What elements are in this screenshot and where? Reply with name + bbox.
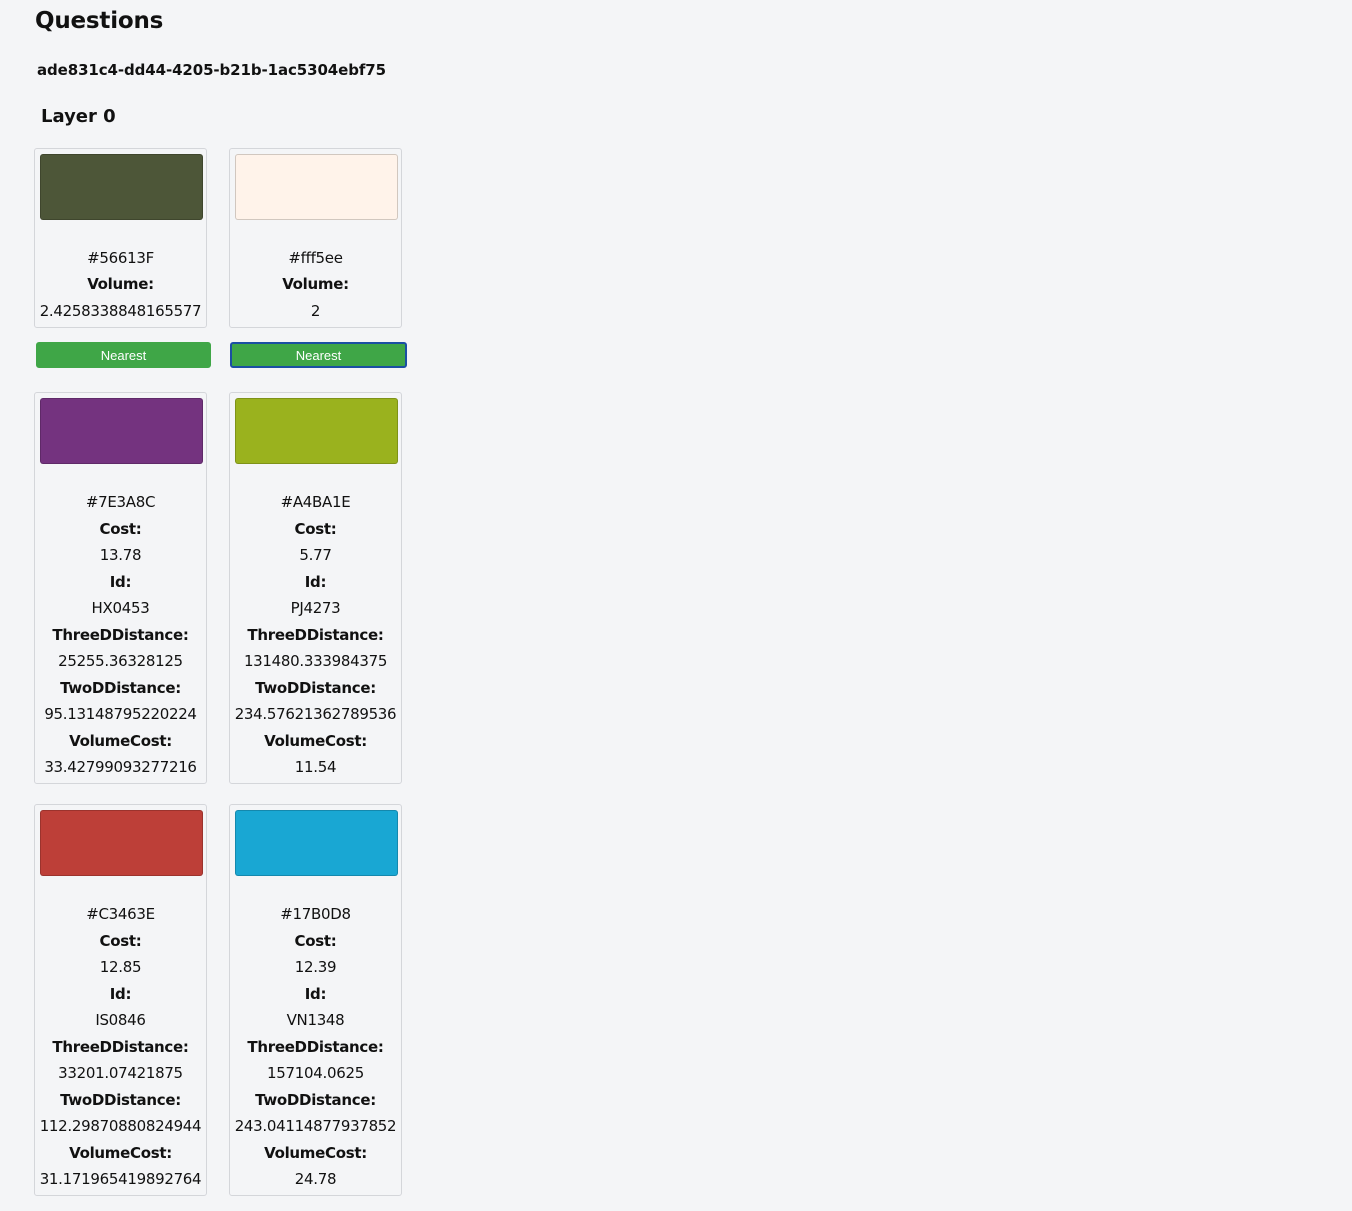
volume-label: Volume: [87,275,154,293]
target-card: #fff5ee Volume: 2 [229,148,402,328]
three-d-distance-value: 33201.07421875 [58,1064,183,1082]
id-value: HX0453 [91,599,150,617]
result-card: #7E3A8C Cost: 13.78 Id: HX0453 ThreeDDistance… [34,392,207,784]
cost-value: 5.77 [299,546,332,564]
volume-cost-value: 24.78 [294,1170,337,1188]
cost-value: 12.85 [99,958,142,976]
cost-value: 12.39 [294,958,337,976]
result-hex: #A4BA1E [280,493,351,511]
two-d-distance-value: 112.29870880824944 [39,1117,202,1135]
three-d-distance-value: 25255.36328125 [58,652,183,670]
color-swatch [40,810,203,876]
three-d-distance-label: ThreeDDistance: [247,625,384,644]
cost-value: 13.78 [99,546,142,564]
two-d-distance-value: 234.57621362789536 [234,705,397,723]
result-card: #A4BA1E Cost: 5.77 Id: PJ4273 ThreeDDistance:… [229,392,402,784]
result-hex: #C3463E [86,905,155,923]
volume-cost-label: VolumeCost: [69,1143,172,1162]
two-d-distance-value: 95.13148795220224 [44,705,197,723]
cost-label: Cost: [294,519,337,538]
two-d-distance-label: TwoDDistance: [60,1090,181,1109]
color-swatch [40,154,203,220]
question-id: ade831c4-dd44-4205-b21b-1ac5304ebf75 [37,61,386,79]
volume-cost-value: 31.171965419892764 [39,1170,202,1188]
two-d-distance-label: TwoDDistance: [255,678,376,697]
color-swatch [235,398,398,464]
three-d-distance-label: ThreeDDistance: [52,1037,189,1056]
cost-label: Cost: [99,931,142,950]
nearest-button[interactable]: Nearest [230,342,407,368]
two-d-distance-label: TwoDDistance: [60,678,181,697]
id-label: Id: [304,984,327,1003]
volume-label: Volume: [282,275,349,293]
color-swatch [235,810,398,876]
id-label: Id: [109,572,132,591]
id-label: Id: [109,984,132,1003]
three-d-distance-value: 157104.0625 [267,1064,364,1082]
color-swatch [40,398,203,464]
id-label: Id: [304,572,327,591]
volume-cost-label: VolumeCost: [264,1143,367,1162]
page-title: Questions [35,8,164,34]
volume-value: 2.4258338848165577 [39,302,202,320]
color-swatch [235,154,398,220]
volume-value: 2 [310,302,321,320]
result-hex: #7E3A8C [85,493,156,511]
result-card: #C3463E Cost: 12.85 Id: IS0846 ThreeDDistance… [34,804,207,1196]
cost-label: Cost: [99,519,142,538]
cost-label: Cost: [294,931,337,950]
volume-cost-value: 11.54 [294,758,337,776]
id-value: PJ4273 [290,599,341,617]
id-value: VN1348 [286,1011,345,1029]
result-hex: #17B0D8 [280,905,351,923]
three-d-distance-value: 131480.333984375 [243,652,388,670]
three-d-distance-label: ThreeDDistance: [52,625,189,644]
volume-cost-value: 33.42799093277216 [44,758,197,776]
two-d-distance-value: 243.04114877937852 [234,1117,397,1135]
target-hex: #56613F [87,249,154,267]
nearest-button[interactable]: Nearest [36,342,211,368]
three-d-distance-label: ThreeDDistance: [247,1037,384,1056]
id-value: IS0846 [95,1011,146,1029]
target-card: #56613F Volume: 2.4258338848165577 [34,148,207,328]
result-card: #17B0D8 Cost: 12.39 Id: VN1348 ThreeDDistance… [229,804,402,1196]
layer-heading: Layer 0 [41,106,116,127]
volume-cost-label: VolumeCost: [69,731,172,750]
two-d-distance-label: TwoDDistance: [255,1090,376,1109]
target-hex: #fff5ee [288,249,343,267]
page: Questions ade831c4-dd44-4205-b21b-1ac530… [0,0,1352,1211]
volume-cost-label: VolumeCost: [264,731,367,750]
